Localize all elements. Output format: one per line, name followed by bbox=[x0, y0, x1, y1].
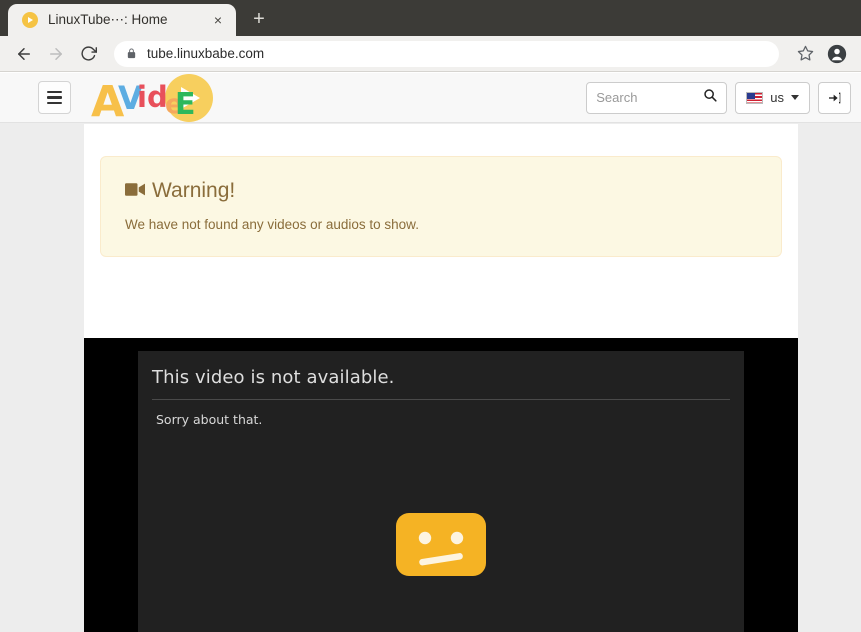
browser-tab-title: LinuxTube⋯: Home bbox=[48, 12, 168, 27]
search-icon[interactable] bbox=[703, 88, 717, 107]
address-bar[interactable]: tube.linuxbabe.com bbox=[114, 40, 779, 67]
video-camera-icon bbox=[125, 179, 145, 203]
language-selector[interactable]: us bbox=[735, 81, 810, 114]
header-controls: us bbox=[586, 81, 851, 114]
url-text: tube.linuxbabe.com bbox=[147, 46, 265, 61]
us-flag-icon bbox=[746, 91, 764, 104]
web-page: A V id e E Search us Warning! We have no… bbox=[0, 73, 861, 632]
reload-icon[interactable] bbox=[74, 40, 102, 68]
video-player[interactable]: This video is not available. Sorry about… bbox=[84, 338, 798, 632]
lock-icon bbox=[126, 47, 137, 60]
alert-heading: Warning! bbox=[125, 179, 757, 203]
warning-alert: Warning! We have not found any videos or… bbox=[100, 156, 782, 257]
browser-tab-strip: LinuxTube⋯: Home × + bbox=[0, 0, 861, 36]
avideo-logo-icon: A V id e E bbox=[91, 73, 213, 123]
browser-tab[interactable]: LinuxTube⋯: Home × bbox=[8, 4, 236, 36]
language-label: us bbox=[770, 90, 784, 105]
search-box[interactable] bbox=[586, 81, 728, 114]
new-tab-button[interactable]: + bbox=[244, 4, 274, 34]
star-icon[interactable] bbox=[791, 40, 819, 68]
account-avatar-icon[interactable] bbox=[823, 40, 851, 68]
player-heading: This video is not available. bbox=[152, 367, 395, 388]
hamburger-menu-icon[interactable] bbox=[38, 81, 71, 114]
sad-face-graphic bbox=[138, 512, 744, 577]
chevron-down-icon bbox=[791, 95, 799, 100]
svg-text:id: id bbox=[137, 80, 168, 114]
alert-message: We have not found any videos or audios t… bbox=[125, 217, 419, 232]
browser-toolbar: tube.linuxbabe.com bbox=[0, 36, 861, 72]
svg-text:E: E bbox=[175, 87, 196, 122]
forward-arrow-icon[interactable] bbox=[42, 40, 70, 68]
search-input[interactable] bbox=[596, 90, 700, 105]
alert-title-text: Warning! bbox=[152, 179, 236, 202]
back-arrow-icon[interactable] bbox=[10, 40, 38, 68]
sign-in-button[interactable] bbox=[818, 81, 851, 114]
site-header: A V id e E Search us bbox=[0, 73, 861, 123]
sign-in-icon bbox=[828, 92, 840, 103]
video-unavailable-panel: This video is not available. Sorry about… bbox=[138, 351, 744, 632]
sad-face-icon bbox=[396, 513, 486, 576]
play-circle-icon bbox=[22, 12, 38, 28]
page-content: Warning! We have not found any videos or… bbox=[84, 124, 798, 632]
close-icon[interactable]: × bbox=[208, 10, 228, 30]
player-subtext: Sorry about that. bbox=[156, 412, 263, 427]
site-logo[interactable]: A V id e E bbox=[89, 73, 217, 123]
browser-window: LinuxTube⋯: Home × + tube.linuxbabe.com … bbox=[0, 0, 861, 632]
